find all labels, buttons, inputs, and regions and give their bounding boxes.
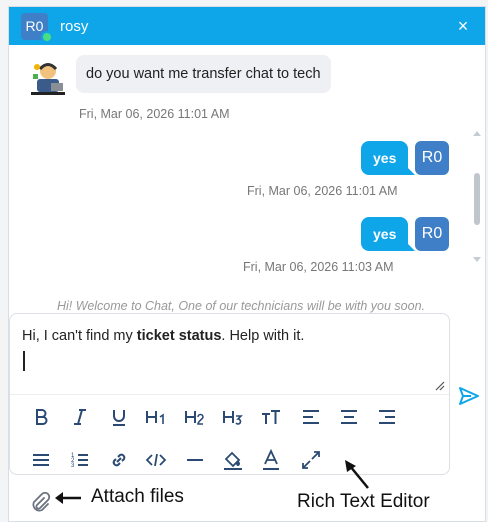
bold-icon[interactable] (28, 404, 54, 430)
send-icon[interactable] (458, 385, 480, 407)
attach-files-annotation: Attach files (91, 486, 184, 507)
composer-input[interactable]: Hi, I can't find my ticket status. Help … (22, 328, 304, 344)
text-color-icon[interactable] (258, 447, 284, 473)
composer-text-plain-end: . Help with it. (221, 328, 305, 344)
toolbar-divider (10, 394, 449, 395)
chat-widget: R0 rosy × do you want me transfer chat t… (8, 6, 486, 522)
close-button[interactable]: × (454, 17, 472, 35)
scroll-down-icon[interactable] (473, 257, 481, 262)
text-caret (23, 351, 25, 371)
composer-text-bold: ticket status (136, 328, 222, 344)
message-bubble-user: yes (361, 217, 416, 251)
contact-avatar: R0 (21, 12, 53, 43)
paperclip-icon[interactable] (29, 491, 51, 513)
bullet-list-icon[interactable] (28, 447, 54, 473)
italic-icon[interactable] (67, 404, 93, 430)
align-left-icon[interactable] (298, 404, 324, 430)
scroll-up-icon[interactable] (473, 131, 481, 136)
font-size-icon[interactable] (258, 404, 284, 430)
composer-text-plain: Hi, I can't find my (22, 328, 137, 344)
arrow-up-left-icon (345, 460, 369, 489)
message-scrollbar[interactable] (473, 45, 481, 315)
arrow-left-icon (55, 492, 81, 504)
resize-grip-icon[interactable] (435, 381, 445, 391)
align-right-icon[interactable] (374, 404, 400, 430)
heading1-icon[interactable] (143, 404, 169, 430)
message-timestamp: Fri, Mar 06, 2026 11:01 AM (79, 107, 230, 121)
horizontal-rule-icon[interactable] (182, 447, 208, 473)
message-bubble-agent: do you want me transfer chat to tech (76, 55, 331, 93)
rich-text-editor-annotation: Rich Text Editor (297, 491, 430, 512)
fill-color-icon[interactable] (220, 447, 246, 473)
welcome-message: Hi! Welcome to Chat, One of our technici… (57, 299, 425, 313)
message-bubble-user: yes (361, 141, 416, 175)
scroll-thumb[interactable] (474, 173, 480, 225)
expand-icon[interactable] (298, 447, 324, 473)
message-timestamp: Fri, Mar 06, 2026 11:03 AM (243, 260, 394, 274)
message-timestamp: Fri, Mar 06, 2026 11:01 AM (247, 184, 398, 198)
numbered-list-icon[interactable]: 123 (67, 447, 93, 473)
underline-icon[interactable] (106, 404, 132, 430)
contact-name: rosy (60, 17, 89, 35)
rich-text-composer[interactable]: Hi, I can't find my ticket status. Help … (9, 313, 450, 475)
link-icon[interactable] (106, 447, 132, 473)
code-icon[interactable] (143, 447, 169, 473)
heading3-icon[interactable] (220, 404, 246, 430)
chat-header: R0 rosy × (9, 7, 485, 45)
online-status-dot (41, 30, 53, 43)
message-list: do you want me transfer chat to tech Fri… (9, 45, 473, 315)
user-avatar: R0 (415, 217, 449, 251)
heading2-icon[interactable] (182, 404, 208, 430)
agent-avatar-icon (31, 59, 65, 95)
user-avatar: R0 (415, 141, 449, 175)
align-center-icon[interactable] (336, 404, 362, 430)
svg-text:3: 3 (71, 463, 75, 469)
